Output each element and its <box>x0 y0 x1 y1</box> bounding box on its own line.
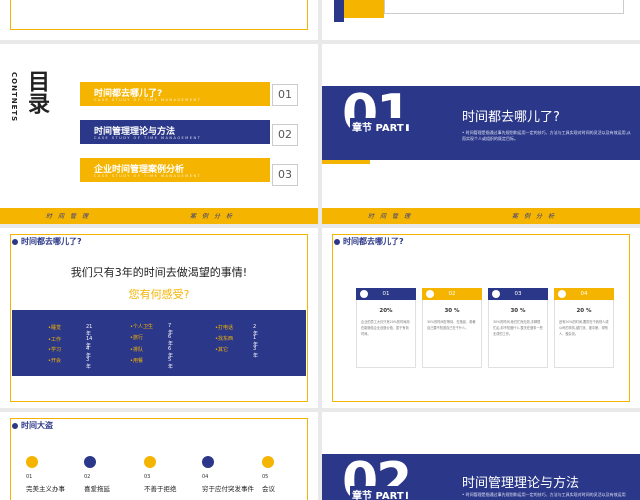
subline: 您有何感受? <box>128 288 190 301</box>
card-header: 03 <box>488 288 548 300</box>
bottom-strip: 时间管理 案例分析 <box>322 208 640 224</box>
chapter-label: 章节 PART <box>350 486 406 500</box>
strip-label-right: 案例分析 <box>512 213 561 220</box>
chapter-label: 章节 PART <box>350 118 406 135</box>
section-heading-text: 时间都去哪儿了? <box>343 237 404 246</box>
section-dot-icon <box>12 238 18 245</box>
step-item: 02 喜爱拖延 <box>84 456 124 493</box>
chapter-desc: • 时间管理是指通过事先规划和运用一定的技巧、方法与工具实现对时间的灵活以及有效… <box>462 130 631 141</box>
slide-chapter-02[interactable]: 02 章节 PART 时间管理理论与方法 • 时间管理是指通过事先规划和运用一定… <box>322 412 640 500</box>
frame-border <box>384 0 624 14</box>
step-item: 04 穷于应付突发事件 <box>202 456 258 493</box>
bottom-strip: 时间管理 案例分析 <box>0 208 318 224</box>
chapter-number: 01 <box>342 84 412 144</box>
chapter-title: 时间管理理论与方法 <box>462 476 580 491</box>
card-header: 04 <box>554 288 614 300</box>
toc-item-2-sub: CASE STUDY OF TIME MANAGEMENT <box>94 136 202 140</box>
frame-border <box>10 0 308 30</box>
stat-item: •用餐 5年 <box>130 357 174 370</box>
strip-label-left: 时间管理 <box>46 213 95 220</box>
step-icon <box>202 456 214 468</box>
section-heading-text: 时间大盗 <box>21 421 53 430</box>
navy-block <box>334 0 344 22</box>
stat-item: •找东西 1年 <box>215 335 259 348</box>
slide-chapter-01[interactable]: 01 章节 PART 时间都去哪儿了? • 时间管理是指通过事先规划和运用一定的… <box>322 44 640 224</box>
card-text: 还有20%的时间,要防在干着别人或公司的事情,被打扰、被中断、帮别人、做杂务。 <box>559 320 609 336</box>
toc-title-en: CONTNETS <box>10 72 18 123</box>
card-text: 30%的时间在等待、在拖延、看著自己要不知道自己在干什么。 <box>427 320 476 330</box>
stat-item: •工作 14年 <box>48 336 93 349</box>
step-icon <box>26 456 38 468</box>
section-heading: 时间都去哪儿了? <box>12 236 82 247</box>
card-text: 企业的员工大约只有20%的时间用在能够给企业创造价值、属于有效时间。 <box>361 320 410 336</box>
card-icon <box>558 290 566 298</box>
toc-title-cn: 目录 <box>24 70 49 114</box>
card-icon <box>492 290 500 298</box>
toc-item-2[interactable]: 时间管理理论与方法 CASE STUDY OF TIME MANAGEMENT <box>80 120 270 144</box>
stat-card: 03 30 % 30%的时间,他们忙而无效,手脚很忙乱,却不知做什么,整天在做事一… <box>488 288 548 368</box>
section-dot-icon <box>12 422 18 429</box>
section-heading: 时间都去哪儿了? <box>334 236 404 247</box>
card-header: 01 <box>356 288 416 300</box>
step-item: 03 不善于拒绝 <box>144 456 184 493</box>
toc-item-1-num: 01 <box>272 84 298 106</box>
section-heading: 时间大盗 <box>12 420 53 431</box>
stat-item: •排队 6年 <box>130 346 174 359</box>
card-percent: 30 % <box>510 308 526 314</box>
stats-panel <box>12 310 306 376</box>
toc-item-3[interactable]: 企业时间管理案例分析 CASE STUDY OF TIME MANAGEMENT <box>80 158 270 182</box>
stat-card: 01 20% 企业的员工大约只有20%的时间用在能够给企业创造价值、属于有效时间。 <box>356 288 416 368</box>
chapter-title: 时间都去哪儿了? <box>462 110 560 125</box>
chapter-desc: • 时间管理是指通过事先规划和运用一定的技巧、方法与工具实现对时间的灵活以及有效… <box>462 492 626 497</box>
step-icon <box>262 456 274 468</box>
toc-item-3-sub: CASE STUDY OF TIME MANAGEMENT <box>94 174 202 178</box>
section-dot-icon <box>334 238 340 245</box>
chapter-accent <box>322 160 370 164</box>
stat-item: •个人卫生 7年 <box>130 323 174 336</box>
card-percent: 30 % <box>444 308 460 314</box>
stat-item: •睡觉 21年 <box>48 324 93 337</box>
stat-item: •其它 3年 <box>215 346 259 359</box>
slide-time-thieves[interactable]: 时间大盗 01 完美主义办事 02 喜爱拖延 03 不善于拒绝 04 穷于应付突… <box>0 412 318 500</box>
stat-card: 02 30 % 30%的时间在等待、在拖延、看著自己要不知道自己在干什么。 <box>422 288 482 368</box>
headline: 我们只有3年的时间去做渴望的事情! <box>70 266 248 279</box>
step-item: 01 完美主义办事 <box>26 456 66 493</box>
toc-item-1-sub: CASE STUDY OF TIME MANAGEMENT <box>94 98 202 102</box>
card-header: 02 <box>422 288 482 300</box>
card-percent: 20% <box>379 308 393 314</box>
step-icon <box>84 456 96 468</box>
slide-time-stats[interactable]: 时间都去哪儿了? 我们只有3年的时间去做渴望的事情! 您有何感受? •睡觉 21年… <box>0 228 318 408</box>
toc-item-2-num: 02 <box>272 124 298 146</box>
stat-item: •打电话 2年 <box>215 324 259 337</box>
card-text: 30%的时间,他们忙而无效,手脚很忙乱,却不知做什么,整天在做事一些无谓的工作。 <box>493 320 543 336</box>
slide-time-cards[interactable]: 时间都去哪儿了? 01 20% 企业的员工大约只有20%的时间用在能够给企业创造价… <box>322 228 640 408</box>
slide-thumb-top-left[interactable] <box>0 0 318 40</box>
stat-card: 04 20 % 还有20%的时间,要防在干着别人或公司的事情,被打扰、被中断、帮别… <box>554 288 614 368</box>
stat-item: •旅行 6年 <box>130 334 174 347</box>
toc-item-3-num: 03 <box>272 164 298 186</box>
slide-toc[interactable]: 目录 CONTNETS 时间都去哪儿了? CASE STUDY OF TIME … <box>0 44 318 224</box>
step-icon <box>144 456 156 468</box>
stat-item: •开会 3年 <box>48 357 92 370</box>
stat-item: •学习 4年 <box>48 346 92 359</box>
section-heading-text: 时间都去哪儿了? <box>21 237 82 246</box>
strip-label-right: 案例分析 <box>190 213 239 220</box>
strip-label-left: 时间管理 <box>368 213 417 220</box>
card-icon <box>360 290 368 298</box>
slide-thumb-top-right[interactable] <box>322 0 640 40</box>
toc-item-1[interactable]: 时间都去哪儿了? CASE STUDY OF TIME MANAGEMENT <box>80 82 270 106</box>
card-icon <box>426 290 434 298</box>
gold-block <box>344 0 384 18</box>
step-item: 05 会议 <box>262 456 302 493</box>
card-percent: 20 % <box>576 308 592 314</box>
